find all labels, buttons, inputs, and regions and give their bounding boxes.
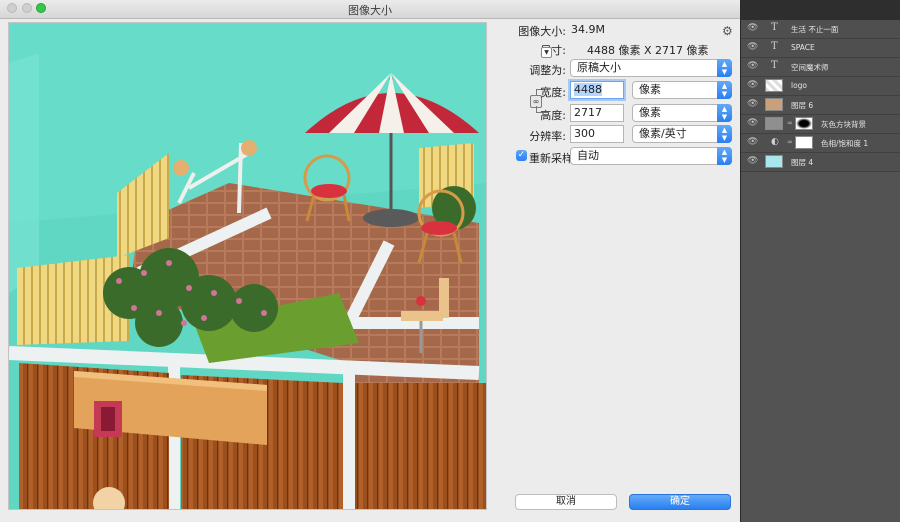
ok-button[interactable]: 确定	[629, 494, 731, 510]
layer-mask-thumbnail	[795, 136, 813, 149]
eye-icon[interactable]: 👁	[747, 80, 758, 90]
image-size-label: 图像大小:	[518, 25, 566, 38]
chevron-down-icon: ▲ ▼	[717, 147, 732, 165]
layer-name: 色相/饱和度 1	[821, 139, 869, 148]
width-input[interactable]: 4488	[570, 81, 624, 99]
height-unit-select[interactable]: 像素 ▲ ▼	[632, 104, 732, 122]
layer-row[interactable]: 👁 logo	[741, 77, 900, 96]
layer-thumbnail	[765, 79, 783, 92]
chevron-down-icon: ▲ ▼	[717, 104, 732, 122]
text-layer-icon: T	[771, 60, 778, 71]
title-bar: 图像大小	[0, 0, 740, 19]
image-size-dialog: 图像大小 图像大小: 34.9M ⚙ 尺寸: ▼ 4488 像素 X 2717 …	[0, 0, 740, 522]
eye-icon[interactable]: 👁	[747, 118, 758, 128]
eye-icon[interactable]: 👁	[747, 23, 758, 33]
fit-to-value: 原稿大小	[577, 61, 621, 74]
layer-row[interactable]: 👁 T SPACE	[741, 39, 900, 58]
height-unit-value: 像素	[639, 106, 661, 119]
cancel-button[interactable]: 取消	[515, 494, 617, 510]
window-title: 图像大小	[348, 4, 392, 17]
layer-row[interactable]: 👁 图层 6	[741, 96, 900, 115]
image-size-value: 34.9M	[571, 23, 605, 36]
text-layer-icon: T	[771, 22, 778, 33]
layer-row[interactable]: 👁 ∞ 灰色方块背景	[741, 115, 900, 134]
resolution-unit-value: 像素/英寸	[639, 127, 687, 140]
layer-thumbnail	[765, 117, 783, 130]
height-label: 高度:	[540, 109, 566, 122]
layer-row[interactable]: 👁 T 生活 不止一面	[741, 20, 900, 39]
link-icon: ∞	[787, 119, 793, 127]
layer-row[interactable]: 👁 T 空间魔术师	[741, 58, 900, 77]
panel-header	[741, 0, 900, 20]
resample-select[interactable]: 自动 ▲ ▼	[570, 147, 732, 165]
layer-thumbnail	[765, 155, 783, 168]
layer-thumbnail	[765, 98, 783, 111]
link-icon: ∞	[787, 138, 793, 146]
image-preview[interactable]	[8, 22, 487, 510]
eye-icon[interactable]: 👁	[747, 42, 758, 52]
gear-icon[interactable]: ⚙	[722, 24, 733, 38]
fit-to-select[interactable]: 原稿大小 ▲ ▼	[570, 59, 732, 77]
layer-mask-thumbnail	[795, 117, 813, 130]
layer-row[interactable]: 👁 图层 4	[741, 153, 900, 172]
resolution-input[interactable]: 300	[570, 125, 624, 143]
chevron-down-icon: ▲ ▼	[717, 125, 732, 143]
eye-icon[interactable]: 👁	[747, 137, 758, 147]
chevron-down-icon: ▲ ▼	[717, 59, 732, 77]
rooftop-garden-illustration	[9, 23, 486, 509]
resample-value: 自动	[577, 149, 599, 162]
layer-name: 图层 6	[791, 101, 814, 110]
dimensions-label: 尺寸:	[540, 44, 566, 57]
fit-to-label: 调整为:	[529, 64, 566, 77]
dimensions-value: 4488 像素 X 2717 像素	[587, 44, 709, 57]
height-input[interactable]: 2717	[570, 104, 624, 122]
chevron-down-icon[interactable]: ▼	[541, 47, 552, 58]
text-layer-icon: T	[771, 41, 778, 52]
width-unit-value: 像素	[639, 83, 661, 96]
layer-name: 生活 不止一面	[791, 25, 839, 34]
layer-name: 图层 4	[791, 158, 814, 167]
resolution-unit-select[interactable]: 像素/英寸 ▲ ▼	[632, 125, 732, 143]
resolution-label: 分辨率:	[529, 130, 566, 143]
layers-panel: 👁 T 生活 不止一面 👁 T SPACE 👁 T 空间魔术师 👁 logo 👁…	[740, 0, 900, 522]
width-unit-select[interactable]: 像素 ▲ ▼	[632, 81, 732, 99]
layer-name: logo	[791, 81, 808, 90]
eye-icon[interactable]: 👁	[747, 156, 758, 166]
eye-icon[interactable]: 👁	[747, 61, 758, 71]
layer-name: 灰色方块背景	[821, 120, 866, 129]
resample-checkbox[interactable]: ✓	[516, 150, 527, 161]
width-label: 宽度:	[540, 86, 566, 99]
eye-icon[interactable]: 👁	[747, 99, 758, 109]
layer-row[interactable]: 👁 ◐ ∞ 色相/饱和度 1	[741, 134, 900, 153]
chevron-down-icon: ▲ ▼	[717, 81, 732, 99]
adjustment-layer-icon: ◐	[771, 137, 779, 147]
layer-name: SPACE	[791, 43, 815, 52]
layer-name: 空间魔术师	[791, 63, 829, 72]
